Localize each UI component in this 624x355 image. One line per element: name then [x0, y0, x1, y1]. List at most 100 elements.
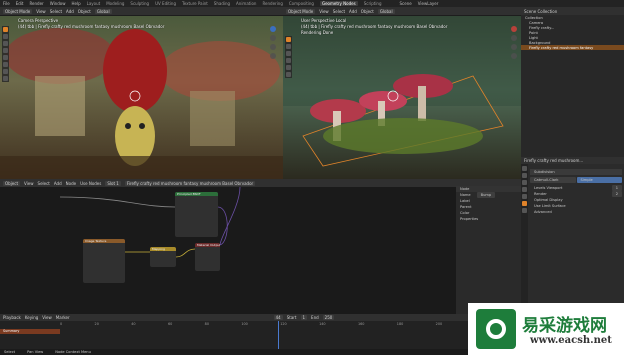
axis-gizmo-icon[interactable] — [269, 26, 276, 32]
workspace-tab-sculpting[interactable]: Sculpting — [130, 1, 149, 6]
properties-header: Firefly crafty red mushroom... — [521, 157, 624, 164]
end-frame-field[interactable]: 250 — [322, 315, 335, 320]
watermark-logo-icon — [476, 309, 516, 349]
start-frame-field[interactable]: 1 — [300, 315, 308, 320]
pan-hand-icon[interactable] — [510, 44, 517, 50]
node-menu-add[interactable]: Add — [54, 181, 62, 186]
use-nodes-checkbox[interactable]: Use Nodes — [80, 181, 101, 186]
left-object-info: (44) tbb | Firefly crafty red mushroom f… — [18, 24, 165, 29]
transform-tool-icon[interactable] — [3, 62, 8, 67]
menu-help[interactable]: Help — [71, 1, 80, 6]
node-image-texture-title: Image Texture — [83, 239, 125, 243]
right-mode-dropdown[interactable]: Object Mode — [286, 8, 316, 14]
zoom-icon[interactable] — [269, 35, 276, 41]
node-editor-canvas[interactable]: Image Texture Mapping Principled BSDF Ma… — [0, 187, 456, 314]
menu-edit[interactable]: Edit — [16, 1, 24, 6]
node-menu-view[interactable]: View — [24, 181, 34, 186]
workspace-tab-modeling[interactable]: Modeling — [106, 1, 124, 6]
workspace-tab-geometry-nodes[interactable]: Geometry Nodes — [319, 1, 358, 6]
workspace-tab-texture-paint[interactable]: Texture Paint — [182, 1, 208, 6]
right-menu-view[interactable]: View — [319, 9, 329, 14]
scale-tool-icon[interactable] — [3, 55, 8, 60]
subdivision-tab-catmull[interactable]: Catmull-Clark — [530, 177, 576, 183]
camera-icon[interactable] — [510, 53, 517, 59]
menu-render[interactable]: Render — [29, 1, 43, 6]
menu-file[interactable]: File — [3, 1, 10, 6]
pan-hand-icon[interactable] — [269, 44, 276, 50]
right-menu-object[interactable]: Object — [361, 9, 374, 14]
left-viewport-header: Object Mode View Select Add Object Globa… — [0, 7, 283, 15]
menu-window[interactable]: Window — [50, 1, 66, 6]
scene-props-icon[interactable] — [522, 187, 527, 192]
left-mode-dropdown[interactable]: Object Mode — [3, 8, 33, 14]
annotate-tool-icon[interactable] — [3, 69, 8, 74]
transform-tool-icon[interactable] — [286, 72, 291, 77]
node-principled-bsdf[interactable]: Principled BSDF — [175, 192, 218, 237]
left-menu-select[interactable]: Select — [50, 9, 62, 14]
timeline-menu-marker[interactable]: Marker — [56, 315, 70, 320]
cursor-tool-icon[interactable] — [286, 44, 291, 49]
workspace-tab-layout[interactable]: Layout — [87, 1, 101, 6]
select-box-tool-icon[interactable] — [3, 27, 8, 32]
node-material-output[interactable]: Material Output — [195, 243, 220, 271]
workspace-tab-compositing[interactable]: Compositing — [289, 1, 314, 6]
current-frame-field[interactable]: 44 — [273, 315, 283, 320]
move-tool-icon[interactable] — [3, 41, 8, 46]
playhead[interactable] — [278, 321, 279, 349]
workspace-tab-uv-editing[interactable]: UV Editing — [155, 1, 176, 6]
material-props-icon[interactable] — [522, 208, 527, 213]
render-levels-value[interactable]: 2 — [611, 191, 622, 197]
left-menu-object[interactable]: Object — [78, 9, 91, 14]
move-tool-icon[interactable] — [286, 51, 291, 56]
timeline-menu-playback[interactable]: Playback — [3, 315, 21, 320]
node-image-texture[interactable]: Image Texture — [83, 239, 125, 283]
timeline-menu-view[interactable]: View — [42, 315, 52, 320]
object-props-icon[interactable] — [522, 194, 527, 199]
modifier-wrench-icon[interactable] — [522, 201, 527, 206]
workspace-tab-animation[interactable]: Animation — [236, 1, 256, 6]
tick-label: 40 — [131, 322, 136, 326]
node-menu-select[interactable]: Select — [38, 181, 50, 186]
zoom-icon[interactable] — [510, 35, 517, 41]
slot-dropdown[interactable]: Slot 1 — [105, 180, 121, 186]
right-orientation-dropdown[interactable]: Global — [377, 8, 395, 14]
cursor-tool-icon[interactable] — [3, 34, 8, 39]
workspace-tab-shading[interactable]: Shading — [214, 1, 230, 6]
node-menu-node[interactable]: Node — [66, 181, 76, 186]
left-menu-add[interactable]: Add — [66, 9, 74, 14]
tool-props-icon[interactable] — [522, 166, 527, 171]
workspace-tab-rendering[interactable]: Rendering — [262, 1, 282, 6]
side-properties-section[interactable]: Properties — [456, 216, 521, 222]
axis-gizmo-icon[interactable] — [510, 26, 517, 32]
node-mapping[interactable]: Mapping — [150, 247, 176, 267]
watermark-brand: 易采游戏网 — [522, 316, 607, 336]
measure-tool-icon[interactable] — [3, 76, 8, 81]
render-props-icon[interactable] — [522, 173, 527, 178]
node-menu-object[interactable]: Object — [3, 180, 21, 186]
right-menu-select[interactable]: Select — [333, 9, 345, 14]
left-menu-view[interactable]: View — [36, 9, 46, 14]
scene-selector[interactable]: Scene — [400, 1, 412, 6]
output-props-icon[interactable] — [522, 180, 527, 185]
status-context: Node Context Menu — [55, 350, 91, 354]
view-layer-selector[interactable]: ViewLayer — [418, 1, 439, 6]
advanced-section[interactable]: Advanced — [530, 209, 622, 215]
timeline-menu-keying[interactable]: Keying — [25, 315, 38, 320]
camera-icon[interactable] — [269, 53, 276, 59]
side-name-field[interactable]: Bump — [476, 192, 496, 198]
right-viewport[interactable]: User Perspective Local (44) tbb | Firefl… — [283, 16, 521, 179]
rotate-tool-icon[interactable] — [286, 58, 291, 63]
modifier-name[interactable]: Subdivision — [530, 169, 622, 175]
select-box-tool-icon[interactable] — [286, 37, 291, 42]
workspace-tab-scripting[interactable]: Scripting — [364, 1, 382, 6]
material-dropdown[interactable]: Firefly crafty red mushroom fantasy mush… — [124, 180, 256, 186]
keyframe-summary-row[interactable]: Summary — [0, 329, 60, 334]
right-toolbar — [285, 36, 292, 78]
rotate-tool-icon[interactable] — [3, 48, 8, 53]
right-menu-add[interactable]: Add — [349, 9, 357, 14]
left-viewport[interactable]: Camera Perspective (44) tbb | Firefly cr… — [0, 16, 283, 179]
outliner-row-selected[interactable]: Firefly crafty red mushroom fantasy — [521, 45, 624, 50]
subdivision-tab-simple[interactable]: Simple — [576, 177, 622, 183]
left-orientation-dropdown[interactable]: Global — [94, 8, 112, 14]
scale-tool-icon[interactable] — [286, 65, 291, 70]
